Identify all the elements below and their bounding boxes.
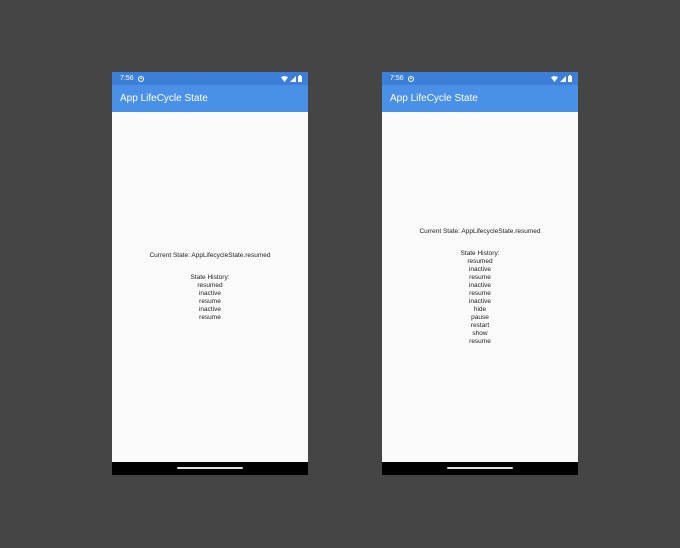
history-item: resume <box>199 298 221 305</box>
status-icons <box>551 75 572 82</box>
state-history: State History: resumed inactive resume i… <box>112 274 308 322</box>
current-state-text: Current State: AppLifecycleState.resumed <box>149 252 271 259</box>
content-area: Current State: AppLifecycleState.resumed… <box>382 112 578 462</box>
home-indicator[interactable] <box>447 467 513 469</box>
wifi-icon <box>551 75 558 82</box>
status-time: 7:56 <box>120 75 134 82</box>
status-bar: 7:56 <box>382 72 578 85</box>
history-item: resume <box>469 290 491 297</box>
history-item: restart <box>470 322 490 329</box>
status-icons <box>281 75 302 82</box>
status-bar: 7:56 <box>112 72 308 85</box>
state-history: State History: resumed inactive resume i… <box>382 250 578 346</box>
history-item: resume <box>199 314 221 321</box>
status-time: 7:56 <box>390 75 404 82</box>
state-history-heading: State History: <box>190 274 230 281</box>
phone-screen-right: 7:56 App LifeCycle State Current State: … <box>382 72 578 475</box>
history-item: inactive <box>468 266 492 273</box>
app-bar-title: App LifeCycle State <box>120 93 208 104</box>
battery-icon <box>298 75 302 82</box>
app-bar-title: App LifeCycle State <box>390 93 478 104</box>
state-history-heading: State History: <box>460 250 500 257</box>
history-item: show <box>472 330 488 337</box>
navigation-bar <box>112 462 308 475</box>
app-bar: App LifeCycle State <box>112 85 308 112</box>
cellular-signal-icon <box>290 75 296 82</box>
app-bar: App LifeCycle State <box>382 85 578 112</box>
navigation-bar <box>382 462 578 475</box>
history-item: inactive <box>198 306 222 313</box>
history-item: resume <box>469 274 491 281</box>
cellular-signal-icon <box>560 75 566 82</box>
phone-screen-left: 7:56 App LifeCycle State Current State: … <box>112 72 308 475</box>
history-item: inactive <box>198 290 222 297</box>
wifi-icon <box>281 75 288 82</box>
history-item: resumed <box>467 258 493 265</box>
history-item: inactive <box>468 298 492 305</box>
history-item: resume <box>469 338 491 345</box>
state-history-list: resumed inactive resume inactive resume <box>112 282 308 322</box>
history-item: hide <box>473 306 487 313</box>
history-item: pause <box>471 314 489 321</box>
state-history-list: resumed inactive resume inactive resume … <box>382 258 578 346</box>
home-indicator[interactable] <box>177 467 243 469</box>
content-area: Current State: AppLifecycleState.resumed… <box>112 112 308 462</box>
history-item: resumed <box>197 282 223 289</box>
do-not-disturb-icon <box>137 75 144 82</box>
battery-icon <box>568 75 572 82</box>
history-item: inactive <box>468 282 492 289</box>
do-not-disturb-icon <box>407 75 414 82</box>
current-state-text: Current State: AppLifecycleState.resumed <box>419 228 541 235</box>
